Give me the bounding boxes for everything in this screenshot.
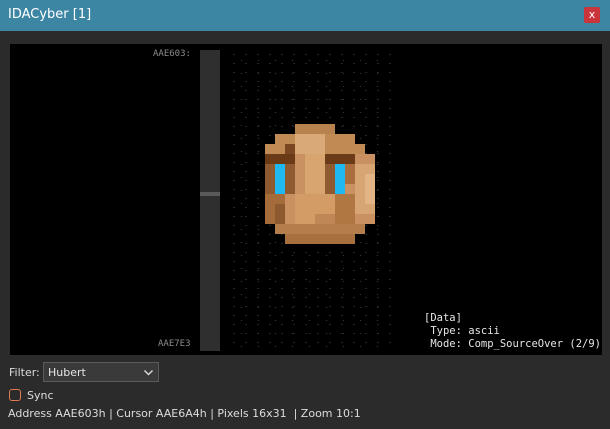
close-button[interactable]: x <box>584 7 600 23</box>
scrollbar-handle[interactable] <box>200 192 220 196</box>
status-bar: Address AAE603h | Cursor AAE6A4h | Pixel… <box>8 407 361 420</box>
address-scrollbar[interactable] <box>200 50 220 351</box>
filter-selected-value: Hubert <box>48 366 86 379</box>
info-type: Type: ascii <box>424 325 500 337</box>
window-title: IDACyber [1] <box>8 7 92 22</box>
data-viewport[interactable]: AAE603: AAE7E3 [Data] Type: ascii Mode: … <box>10 44 602 355</box>
start-address-label: AAE603: <box>153 49 191 59</box>
filter-label: Filter: <box>9 366 40 379</box>
end-address-label: AAE7E3 <box>158 339 191 349</box>
info-panel: [Data] Type: ascii Mode: Comp_SourceOver… <box>424 312 601 351</box>
pixel-sprite-image <box>265 124 375 244</box>
sync-checkbox[interactable] <box>9 389 21 401</box>
title-bar: IDACyber [1] x <box>0 0 610 31</box>
filter-dropdown[interactable]: Hubert <box>43 362 159 382</box>
sync-label[interactable]: Sync <box>27 389 54 402</box>
chevron-down-icon <box>144 370 153 376</box>
info-mode: Mode: Comp_SourceOver (2/9) <box>424 338 602 350</box>
info-header: [Data] <box>424 312 462 324</box>
